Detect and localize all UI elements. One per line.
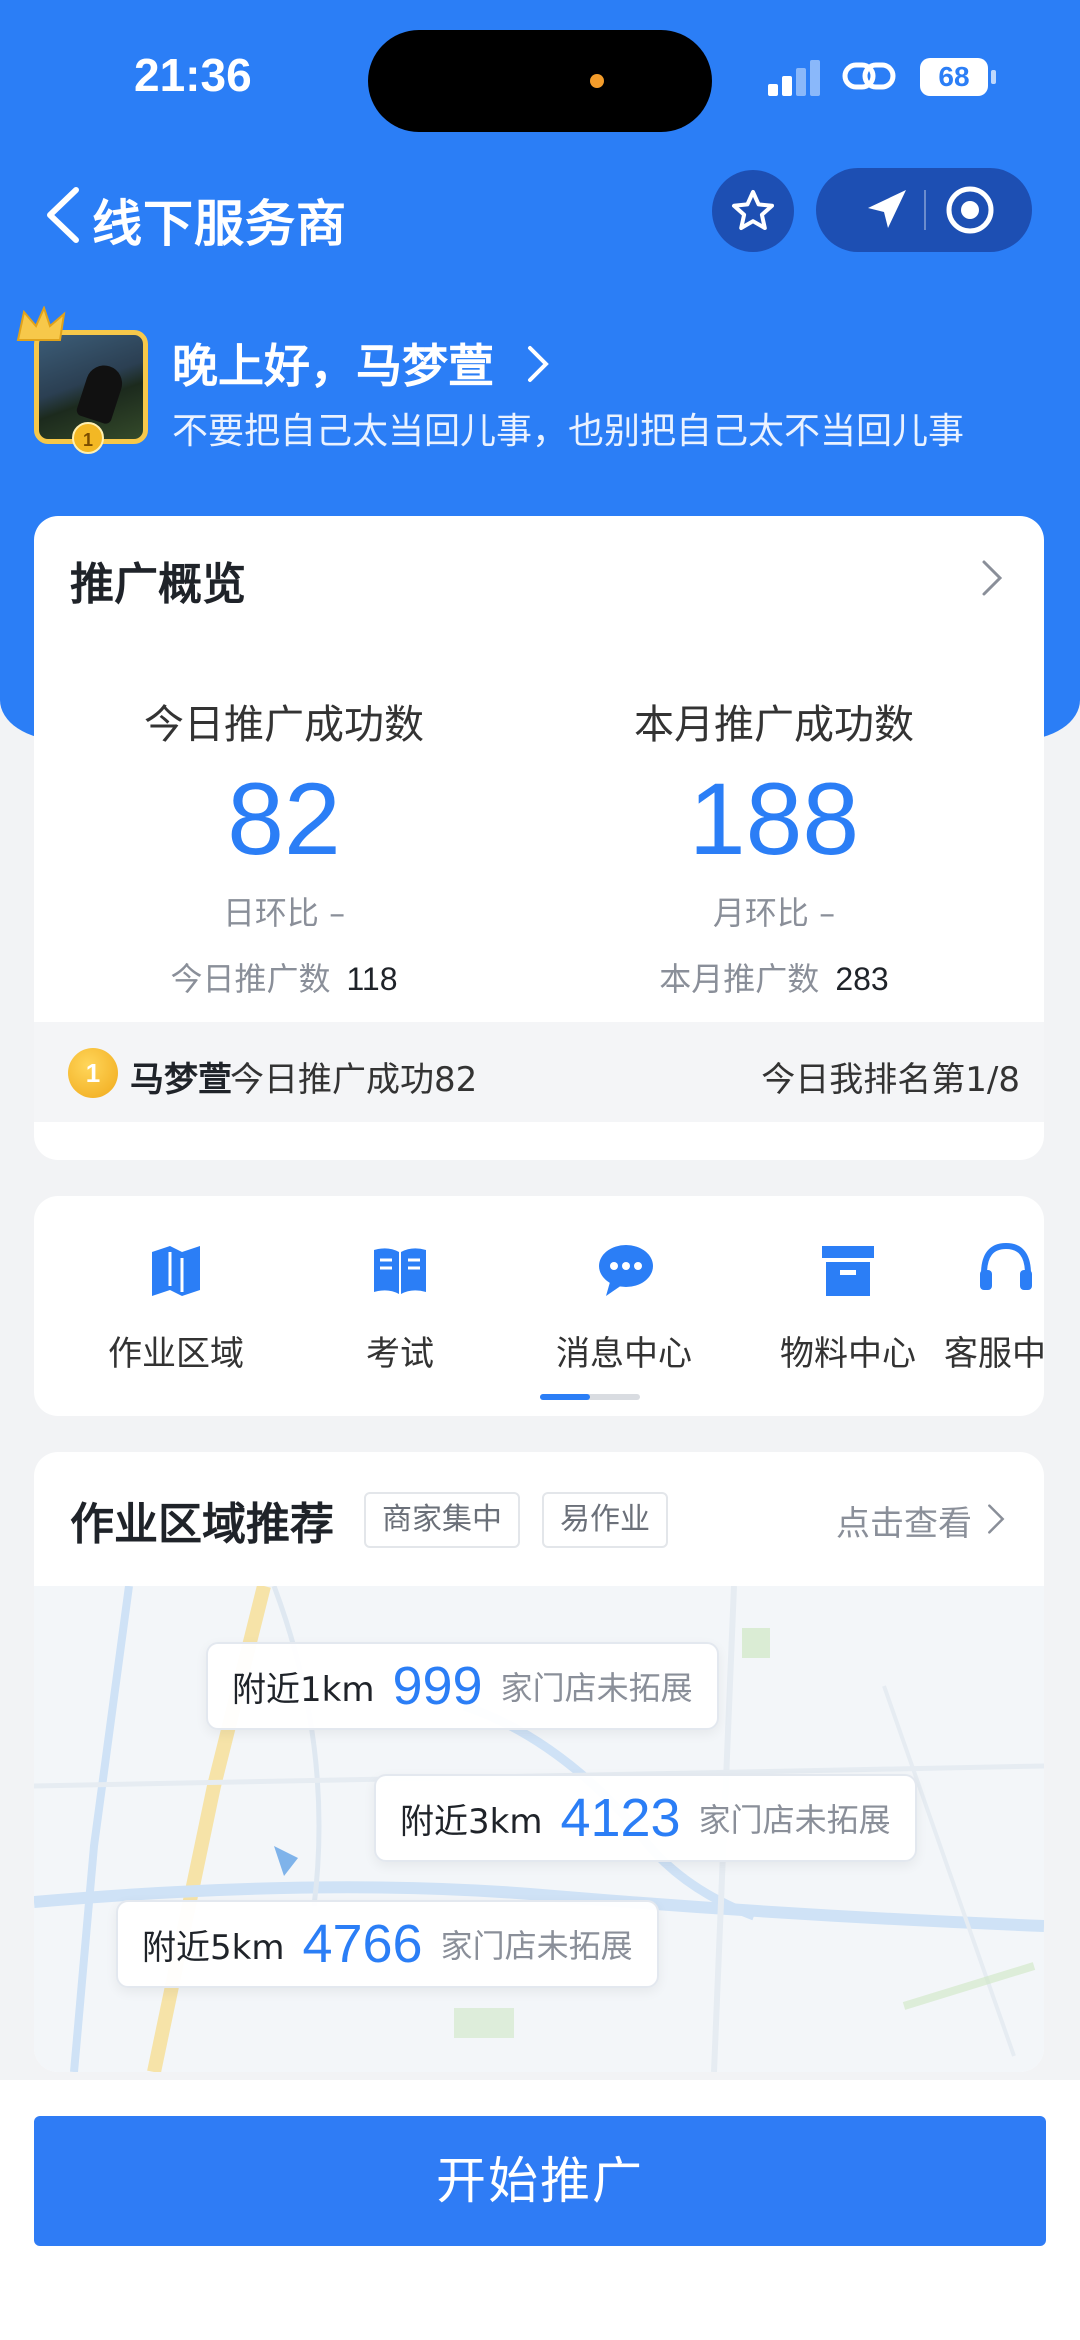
dynamic-island [368, 30, 712, 132]
nearby-3km-pill[interactable]: 附近3km 4123 家门店未拓展 [374, 1774, 917, 1862]
status-time: 21:36 [134, 49, 252, 101]
nearby-1km-pill[interactable]: 附近1km 999 家门店未拓展 [206, 1642, 719, 1730]
gold-medal-icon: 1 [68, 1048, 118, 1098]
page-title: 线下服务商 [92, 195, 347, 253]
month-count-label: 本月推广数 [659, 960, 820, 998]
headset-icon [980, 1242, 1032, 1290]
area-map[interactable]: 附近1km 999 家门店未拓展 附近3km 4123 家门店未拓展 附近5km… [34, 1586, 1044, 2072]
pill-description: 家门店未拓展 [500, 1669, 693, 1707]
ranking-bar[interactable]: 1 马梦萱 今日推广成功82 今日我排名第1/8 [34, 1022, 1044, 1122]
today-count-value: 118 [346, 961, 398, 997]
chat-bubbles-icon [599, 1245, 653, 1296]
menu-item-label: 消息中心 [556, 1334, 692, 1374]
tag-merchant-dense: 商家集中 [364, 1492, 520, 1548]
area-title: 作业区域推荐 [70, 1499, 334, 1550]
month-count-value: 283 [835, 961, 889, 997]
close-target-icon[interactable] [944, 184, 996, 236]
favorite-button[interactable] [712, 170, 794, 252]
area-recommendation-card: 作业区域推荐 商家集中 易作业 点击查看 附近1km 999 家门店未拓展 附近… [34, 1452, 1044, 2072]
chevron-right-icon[interactable] [986, 1502, 1006, 1536]
menu-item-material-center[interactable]: 物料中心 [748, 1238, 948, 1375]
pill-distance: 附近1km [232, 1669, 375, 1710]
today-stat-label: 今日推广成功数 [144, 702, 424, 748]
pill-count: 4766 [302, 1914, 423, 1974]
greeting-text: 晚上好，马梦萱 [172, 339, 494, 393]
menu-item-work-area[interactable]: 作业区域 [76, 1238, 276, 1375]
pill-count: 999 [392, 1656, 483, 1716]
menu-item-label: 物料中心 [780, 1334, 916, 1374]
menu-item-message-center[interactable]: 消息中心 [524, 1238, 724, 1375]
pill-description: 家门店未拓展 [698, 1801, 891, 1839]
today-ratio: 日环比 – [222, 894, 346, 932]
today-stat: 今日推广成功数 82 日环比 – 今日推广数 118 [64, 692, 504, 1000]
promotion-overview-card[interactable]: 推广概览 今日推广成功数 82 日环比 – 今日推广数 118 本月推广成功数 1… [34, 516, 1044, 1160]
chevron-right-icon[interactable] [980, 558, 1004, 598]
pill-count: 4123 [560, 1788, 681, 1848]
month-stat-label: 本月推广成功数 [634, 702, 914, 748]
mini-program-capsule [816, 168, 1032, 252]
capsule-divider [924, 190, 926, 230]
star-icon [732, 190, 774, 230]
today-count-label: 今日推广数 [170, 960, 331, 998]
pill-distance: 附近3km [400, 1801, 543, 1842]
nearby-5km-pill[interactable]: 附近5km 4766 家门店未拓展 [116, 1900, 659, 1988]
pill-description: 家门店未拓展 [440, 1927, 633, 1965]
map-book-icon [152, 1246, 200, 1296]
start-promotion-button[interactable]: 开始推广 [34, 2116, 1046, 2246]
privacy-dot-icon [590, 74, 604, 88]
bottom-action-bar: 开始推广 [0, 2080, 1080, 2340]
month-stat: 本月推广成功数 188 月环比 – 本月推广数 283 [554, 692, 994, 1000]
menu-scroll-indicator [540, 1394, 640, 1400]
motto-text: 不要把自己太当回儿事，也别把自己太不当回儿事 [172, 411, 965, 452]
pill-distance: 附近5km [142, 1927, 285, 1968]
month-success-count: 188 [688, 762, 860, 876]
avatar-figure [75, 360, 127, 426]
rank-user-name: 马梦萱 [130, 1060, 232, 1100]
today-success-count: 82 [227, 762, 341, 876]
menu-item-label: 作业区域 [108, 1334, 244, 1374]
location-arrow-icon[interactable] [862, 186, 910, 234]
menu-item-customer-service[interactable]: 客服中 [944, 1238, 1044, 1375]
view-more-link[interactable]: 点击查看 [836, 1496, 972, 1545]
today-promotion-count: 今日推广数 118 [64, 954, 504, 1000]
navigation-bar: 线下服务商 [0, 160, 1080, 270]
signal-icon [768, 60, 820, 96]
menu-item-exam[interactable]: 考试 [300, 1238, 500, 1375]
status-bar: 21:36 68 [0, 0, 1080, 160]
open-book-icon [374, 1248, 426, 1294]
scroll-indicator-thumb [540, 1394, 590, 1400]
rank-medal-badge: 1 [72, 422, 104, 454]
overview-title: 推广概览 [70, 559, 246, 610]
tag-easy-work: 易作业 [542, 1492, 668, 1548]
my-rank-text: 今日我排名第1/8 [761, 1060, 1020, 1100]
menu-item-label: 客服中 [944, 1334, 1044, 1374]
menu-item-label: 考试 [366, 1334, 434, 1374]
archive-box-icon [822, 1246, 874, 1296]
user-profile-header[interactable]: 1 晚上好，马梦萱 不要把自己太当回儿事，也别把自己太不当回儿事 [0, 290, 1080, 470]
rank-description: 今日推广成功82 [230, 1060, 478, 1100]
chevron-right-icon [528, 346, 549, 382]
month-promotion-count: 本月推广数 283 [554, 954, 994, 1000]
month-ratio: 月环比 – [712, 894, 836, 932]
battery-icon: 68 [920, 58, 996, 96]
crown-icon [16, 306, 66, 341]
hotspot-link-icon [842, 62, 896, 90]
back-arrow-icon[interactable] [40, 182, 90, 248]
function-menu: 作业区域 考试 消息中心 物料中心 客服中 [34, 1196, 1044, 1416]
